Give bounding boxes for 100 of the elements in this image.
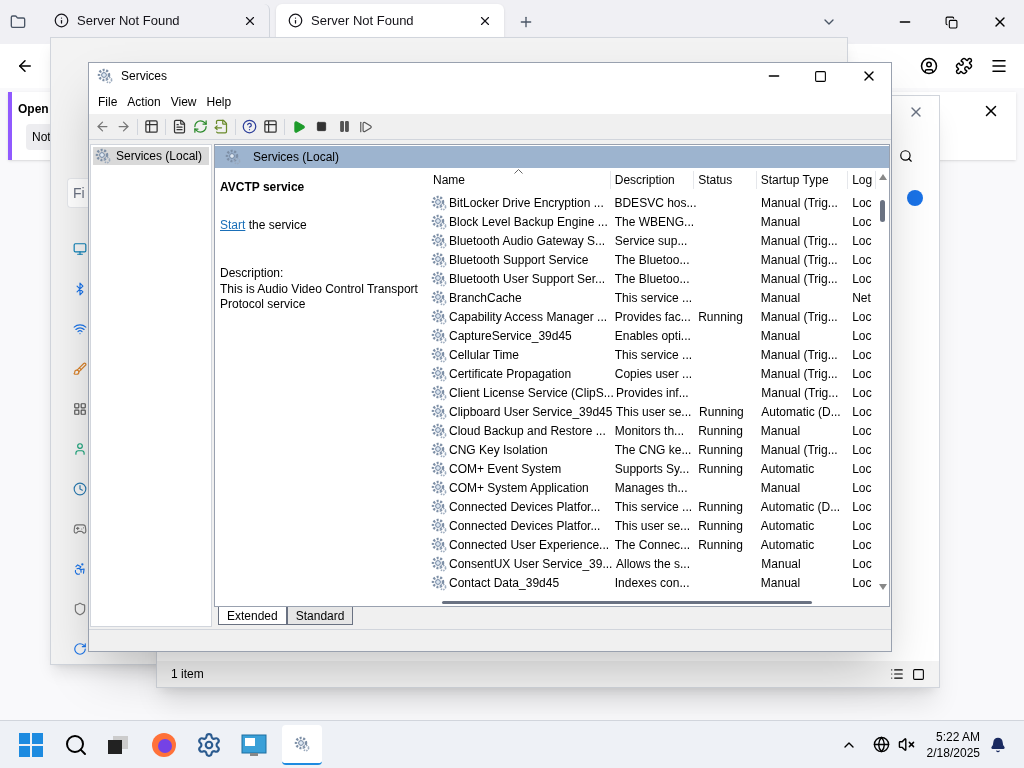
start-icon[interactable]	[292, 119, 306, 134]
table-cell: Automatic (D...	[760, 499, 841, 514]
notification-icon[interactable]	[990, 736, 1006, 753]
gear-icon	[431, 517, 447, 534]
table-cell: BDESVC hos...	[614, 195, 697, 210]
brush-icon[interactable]	[73, 362, 87, 376]
stop-icon[interactable]	[316, 121, 327, 132]
table-cell: Manual (Trig...	[760, 442, 838, 457]
service-action: Start the service	[220, 217, 308, 234]
gear-icon	[431, 555, 447, 572]
resume-icon[interactable]	[359, 119, 373, 134]
table-cell: The Bluetoo...	[614, 252, 690, 267]
table-cell-text: COM+ Event System	[449, 460, 562, 478]
table-cell: Manual (Trig...	[760, 271, 838, 286]
table-cell-text: BranchCache	[449, 289, 522, 307]
view-tab[interactable]: Standard	[286, 607, 354, 625]
gear-icon	[431, 403, 447, 420]
refresh-icon[interactable]	[193, 119, 208, 134]
network-icon[interactable]	[872, 736, 890, 753]
action-pane-icon[interactable]	[263, 119, 278, 134]
extensions-icon[interactable]	[955, 57, 973, 75]
table-cell: Running	[698, 537, 743, 552]
tiles-view-icon[interactable]	[912, 667, 925, 681]
search-icon[interactable]	[899, 149, 913, 163]
restore-icon[interactable]	[945, 16, 958, 29]
menu-item[interactable]: File	[93, 90, 123, 113]
task-view-icon[interactable]	[108, 735, 128, 754]
clock-icon[interactable]	[73, 482, 87, 496]
start-link[interactable]: Start	[220, 218, 246, 232]
clock-time[interactable]: 5:22 AM	[935, 728, 980, 745]
start-icon[interactable]	[18, 731, 44, 758]
horizontal-scrollbar-thumb[interactable]	[442, 600, 812, 604]
description-text: This is Audio Video Control Transport Protocol service	[220, 282, 419, 312]
browser-app-icon[interactable]	[151, 731, 177, 758]
browser-tab[interactable]: Server Not Found	[276, 4, 504, 37]
export-icon[interactable]	[214, 119, 229, 134]
search-icon[interactable]	[64, 732, 88, 757]
apps-icon[interactable]	[73, 402, 87, 416]
update-icon[interactable]	[73, 642, 87, 656]
column-header[interactable]: Status	[694, 171, 757, 189]
back-icon[interactable]	[16, 57, 34, 75]
column-header[interactable]: Log	[848, 171, 876, 189]
menu-item[interactable]: Action	[122, 90, 166, 113]
table-cell: Manual (Trig...	[760, 195, 838, 210]
table-cell: Manual (Trig...	[761, 385, 839, 400]
table-cell: Running	[698, 423, 743, 438]
maximize-icon[interactable]	[814, 69, 827, 83]
forward-icon[interactable]	[116, 119, 131, 134]
person-icon[interactable]	[73, 442, 87, 456]
accessibility-icon[interactable]	[73, 562, 87, 576]
pause-icon[interactable]	[338, 120, 351, 133]
notification-title: Open	[18, 101, 49, 118]
details-view-icon[interactable]	[890, 667, 904, 681]
table-cell: This user se...	[616, 404, 692, 419]
table-cell: Supports Sy...	[614, 461, 690, 476]
table-cell-text: Block Level Backup Engine ...	[449, 213, 608, 231]
console-tree-icon[interactable]	[144, 119, 159, 134]
settings-app-icon[interactable]	[196, 731, 222, 758]
table-cell: Automatic	[760, 518, 815, 533]
scroll-down-icon[interactable]	[878, 584, 887, 590]
notification-button[interactable]: Not	[26, 124, 51, 150]
table-cell: Manual (Trig...	[760, 233, 838, 248]
table-cell: Loc	[852, 347, 872, 362]
table-cell-text: Cellular Time	[449, 346, 520, 364]
table-cell: Manual	[760, 423, 801, 438]
muted-speaker-icon[interactable]	[897, 736, 915, 753]
table-cell-text: Certificate Propagation	[449, 365, 572, 383]
table-cell: Loc	[852, 366, 872, 381]
menu-item[interactable]: View	[165, 90, 202, 113]
table-cell-text: Connected Devices Platfor...	[449, 517, 601, 535]
shield-icon[interactable]	[73, 602, 87, 616]
table-cell: This user se...	[614, 518, 691, 533]
properties-icon[interactable]	[172, 119, 187, 134]
wifi-icon[interactable]	[73, 322, 87, 336]
table-cell-text: Bluetooth Support Service	[449, 251, 589, 269]
control-panel-icon[interactable]	[241, 732, 267, 757]
table-cell: The Connec...	[614, 537, 691, 552]
column-header[interactable]: Name	[430, 171, 611, 189]
table-cell: Manual	[761, 556, 801, 571]
search-field[interactable]: Fi	[67, 178, 89, 208]
account-icon[interactable]	[920, 57, 938, 75]
clock-date[interactable]: 2/18/2025	[926, 744, 980, 761]
menu-item[interactable]: Help	[201, 90, 237, 113]
scroll-up-icon[interactable]	[878, 174, 887, 180]
services-app-button[interactable]	[282, 724, 322, 765]
column-header[interactable]: Startup Type	[756, 171, 849, 189]
column-header[interactable]: Description	[610, 171, 695, 189]
gear-icon	[431, 308, 447, 325]
view-tab[interactable]: Extended	[218, 607, 287, 625]
gear-icon	[431, 365, 447, 382]
table-cell-text: CaptureService_39d45	[449, 327, 572, 345]
monitor-icon[interactable]	[73, 242, 87, 256]
menu-icon[interactable]	[990, 57, 1008, 75]
table-cell: Enables opti...	[614, 328, 691, 343]
gear-icon	[431, 460, 447, 477]
gear-icon	[431, 213, 447, 230]
new-tab-icon[interactable]	[518, 14, 534, 30]
tree-item[interactable]: Services (Local)	[93, 147, 209, 165]
vertical-scrollbar-thumb[interactable]	[880, 200, 885, 222]
gamepad-icon[interactable]	[73, 522, 87, 536]
